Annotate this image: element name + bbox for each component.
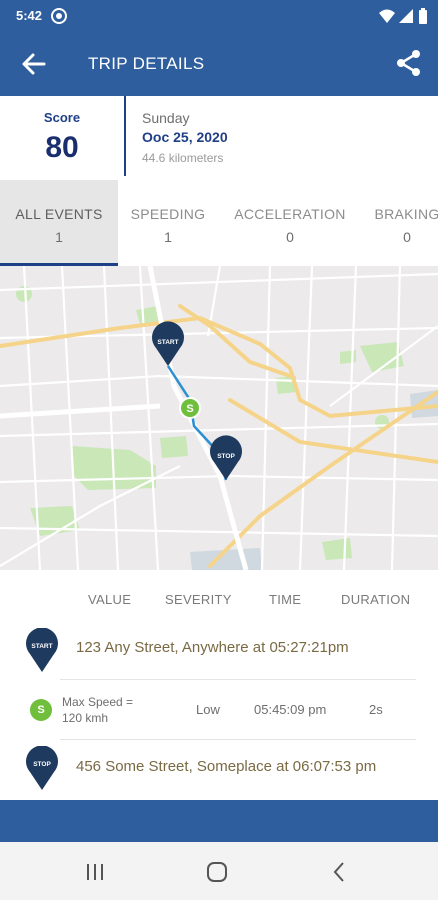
event-severity: Low xyxy=(196,702,220,717)
score-block: Score 80 xyxy=(0,96,124,180)
speed-event-icon: S xyxy=(30,699,52,721)
speed-marker-icon[interactable]: S xyxy=(179,397,201,419)
summary-divider xyxy=(124,96,126,176)
tab-count: 0 xyxy=(286,229,294,245)
tab-all-events[interactable]: ALL EVENTS 1 xyxy=(0,180,118,266)
tab-label: SPEEDING xyxy=(130,206,206,222)
tab-label: ACCELERATION xyxy=(234,206,346,222)
tab-label: BRAKING xyxy=(374,206,438,222)
battery-icon xyxy=(419,8,427,24)
column-severity: SEVERITY xyxy=(165,592,232,607)
score-value: 80 xyxy=(45,131,79,164)
app-bar: TRIP DETAILS xyxy=(0,32,438,96)
wifi-icon xyxy=(379,9,395,23)
event-value: Max Speed = 120 kmh xyxy=(62,694,133,726)
back-arrow-icon[interactable] xyxy=(20,50,48,78)
start-pin-label: START xyxy=(31,643,52,650)
trip-date: Ooc 25, 2020 xyxy=(142,129,228,145)
home-icon[interactable] xyxy=(205,860,229,884)
column-time: TIME xyxy=(269,592,302,607)
trip-map[interactable]: START S STOP xyxy=(0,266,438,570)
stop-pin-label: STOP xyxy=(217,453,235,460)
speed-marker-label: S xyxy=(186,403,193,415)
trip-distance: 44.6 kilometers xyxy=(142,151,224,165)
share-icon[interactable] xyxy=(394,48,424,78)
trip-date-block: Sunday Ooc 25, 2020 44.6 kilometers xyxy=(142,110,228,165)
event-duration: 2s xyxy=(369,702,383,717)
tab-count: 0 xyxy=(403,229,411,245)
event-time: 05:45:09 pm xyxy=(254,702,327,717)
start-pin-label: START xyxy=(157,339,178,346)
trip-summary: Score 80 Sunday Ooc 25, 2020 44.6 kilome… xyxy=(0,96,438,180)
page-title: TRIP DETAILS xyxy=(88,54,205,73)
tab-label: ALL EVENTS xyxy=(15,206,103,222)
map-canvas: START S STOP xyxy=(0,266,438,570)
event-value-line1: Max Speed = xyxy=(62,695,134,709)
tab-braking[interactable]: BRAKING 0 xyxy=(364,180,438,266)
stop-pin-icon: STOP xyxy=(26,746,58,790)
cell-signal-icon xyxy=(399,9,413,23)
start-pin-icon: START xyxy=(26,628,58,672)
tab-count: 1 xyxy=(164,229,172,245)
system-nav-bar xyxy=(0,842,438,900)
score-label: Score xyxy=(43,110,81,125)
events-table-header: VALUE SEVERITY TIME DURATION xyxy=(0,580,438,616)
event-tabs: ALL EVENTS 1 SPEEDING 1 ACCELERATION 0 B… xyxy=(0,180,438,266)
tab-speeding[interactable]: SPEEDING 1 xyxy=(118,180,218,266)
stop-address: 456 Some Street, Someplace at 06:07:53 p… xyxy=(76,758,377,775)
back-icon[interactable] xyxy=(328,860,352,884)
stop-location-row[interactable]: STOP 456 Some Street, Someplace at 06:07… xyxy=(0,740,438,796)
event-value-line2: 120 kmh xyxy=(62,711,109,725)
stop-pin-label: STOP xyxy=(33,761,51,768)
status-time: 5:42 xyxy=(16,8,43,23)
notification-icon xyxy=(51,8,67,24)
trip-day: Sunday xyxy=(142,110,190,126)
tab-count: 1 xyxy=(55,229,63,245)
start-location-row[interactable]: START 123 Any Street, Anywhere at 05:27:… xyxy=(0,618,438,680)
speeding-event-row[interactable]: S Max Speed = 120 kmh Low 05:45:09 pm 2s xyxy=(0,680,438,740)
column-value: VALUE xyxy=(88,592,132,607)
tab-acceleration[interactable]: ACCELERATION 0 xyxy=(226,180,354,266)
recent-apps-icon[interactable] xyxy=(83,860,107,884)
bottom-bar xyxy=(0,800,438,842)
status-bar: 5:42 xyxy=(0,0,438,32)
column-duration: DURATION xyxy=(341,592,411,607)
start-address: 123 Any Street, Anywhere at 05:27:21pm xyxy=(76,639,349,656)
